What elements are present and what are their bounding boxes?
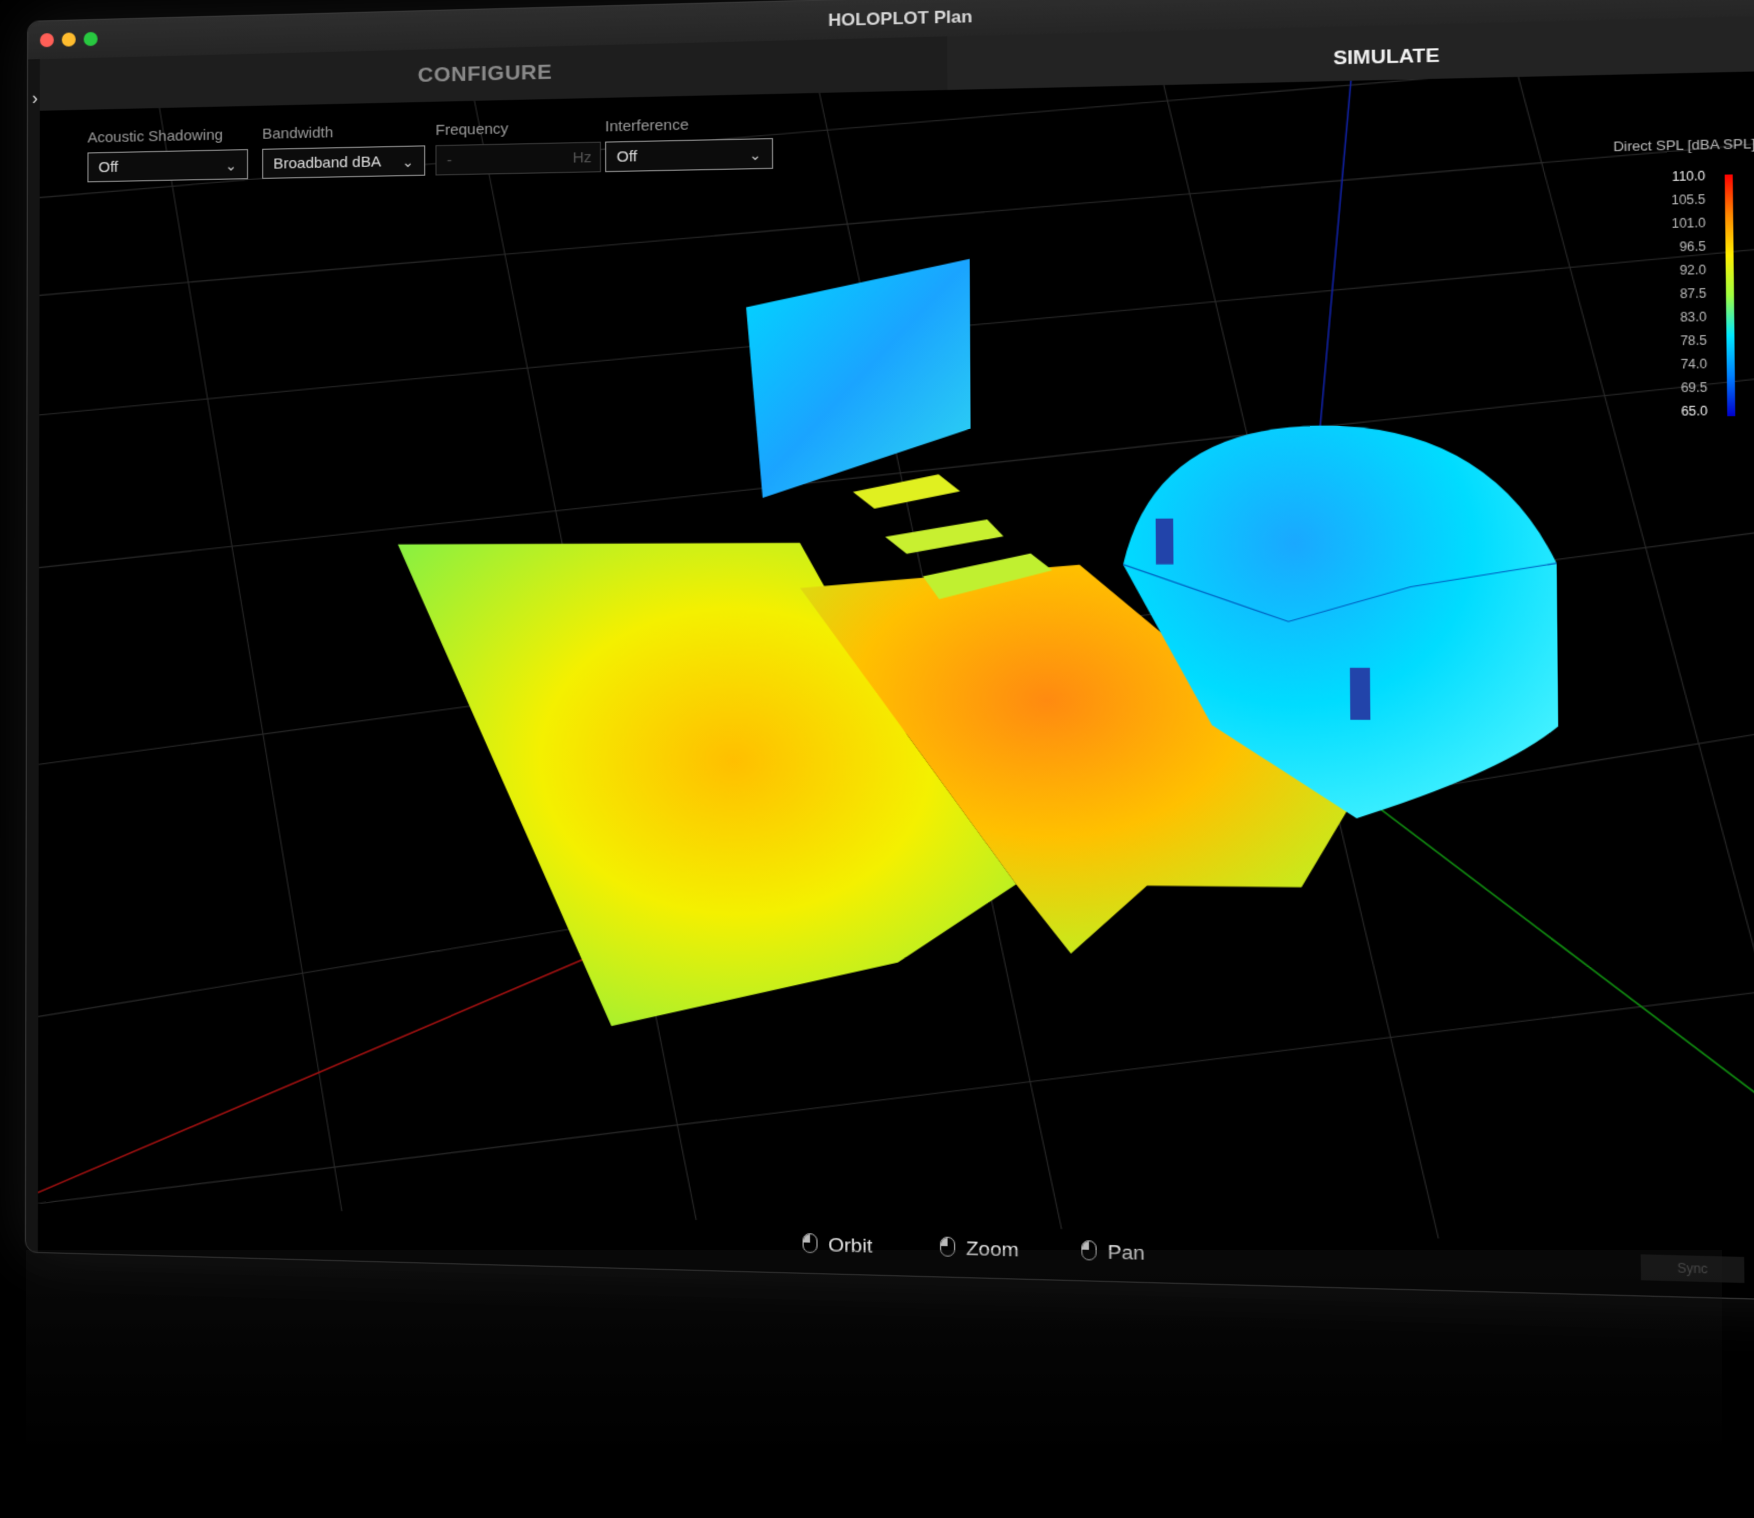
chevron-down-icon: ⌄ bbox=[225, 157, 237, 174]
legend-tick: 87.5 bbox=[1679, 285, 1707, 302]
bandwidth-control: Bandwidth Broadband dBA ⌄ bbox=[262, 122, 426, 179]
interference-value: Off bbox=[616, 148, 638, 166]
legend-colorbar bbox=[1724, 174, 1736, 417]
acoustic-shadowing-control: Acoustic Shadowing Off ⌄ bbox=[87, 126, 249, 183]
legend-title: Direct SPL [dBA SPL] bbox=[1613, 135, 1754, 155]
frequency-value: - bbox=[446, 151, 452, 170]
x-axis bbox=[38, 940, 612, 1207]
interference-select[interactable]: Off ⌄ bbox=[605, 138, 774, 173]
acoustic-shadowing-value: Off bbox=[98, 158, 119, 177]
legend-tick: 101.0 bbox=[1671, 215, 1706, 232]
interference-label: Interference bbox=[605, 116, 689, 136]
legend-tick: 92.0 bbox=[1679, 262, 1707, 278]
spl-heatmap-scene[interactable] bbox=[38, 71, 1754, 1248]
bandwidth-select[interactable]: Broadband dBA ⌄ bbox=[262, 145, 426, 179]
frequency-input[interactable]: - Hz bbox=[435, 141, 601, 176]
frequency-control: Frequency - Hz bbox=[435, 118, 601, 176]
app-window: HOLOPLOT Plan › CONFIGURE SIMULATE Acous… bbox=[24, 0, 1754, 1303]
acoustic-shadowing-label: Acoustic Shadowing bbox=[87, 126, 223, 147]
z-axis bbox=[1312, 81, 1354, 484]
window-reflection bbox=[26, 1250, 1722, 1510]
frequency-label: Frequency bbox=[435, 120, 509, 140]
chevron-down-icon: ⌄ bbox=[749, 146, 762, 164]
legend-tick: 74.0 bbox=[1680, 356, 1708, 372]
legend-tick: 110.0 bbox=[1671, 168, 1706, 185]
speaker-array-left bbox=[1155, 518, 1174, 565]
3d-viewport[interactable]: Acoustic Shadowing Off ⌄ Bandwidth Broad… bbox=[37, 70, 1754, 1248]
legend-tick: 65.0 bbox=[1680, 403, 1708, 419]
legend-tick: 78.5 bbox=[1680, 332, 1708, 349]
speaker-array-right bbox=[1349, 667, 1371, 720]
legend-tick: 105.5 bbox=[1671, 192, 1706, 208]
acoustic-shadowing-select[interactable]: Off ⌄ bbox=[87, 149, 249, 183]
interference-control: Interference Off ⌄ bbox=[605, 114, 774, 173]
spl-legend: Direct SPL [dBA SPL] 110.0 105.5 101.0 9… bbox=[1544, 135, 1754, 419]
step-2 bbox=[885, 519, 1004, 554]
frequency-unit: Hz bbox=[572, 148, 592, 167]
legend-tick: 69.5 bbox=[1680, 380, 1708, 396]
legend-tick: 96.5 bbox=[1679, 238, 1707, 255]
bandwidth-value: Broadband dBA bbox=[273, 153, 382, 173]
bandwidth-label: Bandwidth bbox=[262, 124, 334, 143]
video-screen bbox=[745, 258, 971, 499]
legend-tick: 83.0 bbox=[1679, 309, 1707, 325]
chevron-down-icon: ⌄ bbox=[401, 153, 414, 171]
